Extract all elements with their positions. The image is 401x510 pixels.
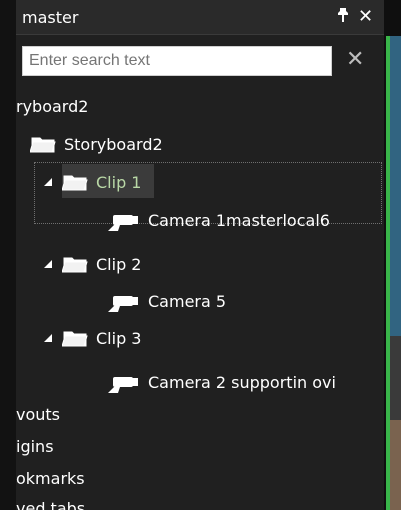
panel-titlebar: master ✕: [16, 0, 384, 35]
section-label: ved tabs: [16, 498, 86, 510]
camera-icon: [106, 371, 140, 393]
pin-icon[interactable]: [336, 7, 350, 27]
camera-item[interactable]: Camera 1masterlocal6: [106, 206, 330, 234]
section-item[interactable]: igins: [16, 432, 54, 460]
section-item[interactable]: okmarks: [16, 464, 85, 492]
camera-label: Camera 1masterlocal6: [148, 210, 330, 230]
close-icon[interactable]: ✕: [358, 6, 373, 27]
tree-root-item[interactable]: ryboard2: [16, 92, 88, 120]
tree-view: ryboard2 Storyboard2 Clip 1 Camera 1mast…: [16, 86, 384, 510]
tree-root-label: ryboard2: [16, 96, 89, 116]
camera-item[interactable]: Camera 5: [106, 287, 226, 315]
expand-triangle-icon[interactable]: [44, 260, 52, 268]
clip-label: Clip 1: [96, 172, 142, 192]
section-item[interactable]: vouts: [16, 400, 60, 428]
camera-label: Camera 5: [148, 291, 227, 311]
section-item[interactable]: ved tabs: [16, 494, 85, 510]
storyboard-item[interactable]: Storyboard2: [29, 130, 163, 158]
left-strip: [0, 0, 16, 510]
camera-icon: [106, 290, 140, 312]
folder-open-icon: [61, 172, 88, 192]
master-panel: master ✕ ✕ ryboard2: [16, 0, 384, 510]
section-label: vouts: [16, 404, 61, 424]
clip-item[interactable]: Clip 3: [44, 324, 141, 352]
clip-item[interactable]: Clip 1: [44, 168, 141, 196]
clip-item[interactable]: Clip 2: [44, 250, 141, 278]
camera-item[interactable]: Camera 2 supportin ovi: [106, 368, 336, 396]
right-edge-brown: [390, 420, 401, 510]
search-input[interactable]: [22, 46, 332, 76]
camera-label: Camera 2 supportin ovi: [148, 372, 336, 392]
storyboard-label: Storyboard2: [64, 134, 163, 154]
folder-open-icon: [61, 328, 88, 348]
section-label: okmarks: [16, 468, 85, 488]
folder-open-icon: [61, 254, 88, 274]
section-label: igins: [16, 436, 54, 456]
expand-triangle-icon[interactable]: [44, 178, 52, 186]
main-window: master ✕ ✕ ryboard2: [0, 0, 401, 510]
camera-icon: [106, 209, 140, 231]
clip-label: Clip 2: [96, 254, 142, 274]
right-edge-blue: [390, 36, 401, 336]
clip-label: Clip 3: [96, 328, 142, 348]
folder-open-icon: [29, 134, 56, 154]
clear-search-icon[interactable]: ✕: [346, 47, 364, 72]
expand-triangle-icon[interactable]: [44, 334, 52, 342]
right-edge-content: [384, 0, 401, 510]
panel-title: master: [22, 8, 79, 27]
